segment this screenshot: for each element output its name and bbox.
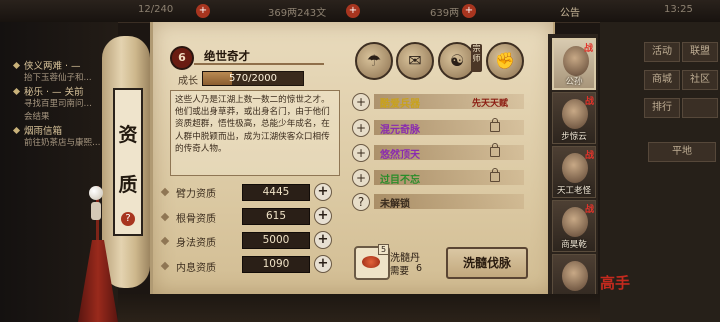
menu-button[interactable] bbox=[682, 98, 718, 118]
attr-strength-label: 臂力资质 bbox=[176, 189, 216, 200]
talent-level-badge: 6 bbox=[170, 46, 194, 70]
battle-tag: 战 bbox=[583, 44, 593, 54]
help-icon[interactable]: ? bbox=[121, 212, 135, 226]
character-name: 天工老怪 bbox=[556, 186, 591, 196]
battle-tag: 战 bbox=[584, 151, 594, 161]
divider bbox=[194, 63, 324, 65]
plus-icon: + bbox=[352, 93, 370, 111]
tab-char: 资 bbox=[118, 124, 138, 146]
add-currency-button[interactable]: + bbox=[346, 4, 360, 18]
community-button[interactable]: 社区 bbox=[682, 70, 718, 90]
pill-need-value: 6 bbox=[416, 263, 423, 274]
quest-title[interactable]: 侠义两难 · — bbox=[24, 58, 81, 72]
question-icon: ? bbox=[352, 193, 370, 211]
character-name: 步惊云 bbox=[561, 132, 587, 142]
tassel-bead-icon bbox=[91, 202, 101, 220]
announcement-link[interactable]: 公告 bbox=[560, 4, 580, 19]
qualities-tab[interactable]: 资 质 ? bbox=[113, 88, 143, 236]
add-energy-button[interactable]: + bbox=[196, 4, 210, 18]
plus-icon: + bbox=[352, 169, 370, 187]
add-constitution-button[interactable]: + bbox=[314, 207, 332, 225]
add-silver-button[interactable]: + bbox=[462, 4, 476, 18]
clock-time: 13:25 bbox=[664, 4, 693, 15]
energy-value: 12/240 bbox=[138, 4, 174, 15]
talent-description-box: 这些人乃是江湖上数一数二的惊世之才。他们或出身草莽，或出身名门，由于他们资质超群… bbox=[170, 90, 340, 176]
attr-agility-label: 身法资质 bbox=[176, 238, 216, 249]
talent-description: 这些人乃是江湖上数一数二的惊世之才。他们或出身草莽，或出身名门，由于他们资质超群… bbox=[175, 95, 330, 154]
growth-progress-bar: 570/2000 bbox=[202, 71, 304, 86]
skill-scroll-icon[interactable]: ✉ bbox=[396, 42, 434, 80]
talent-row-name: 过目不忘 bbox=[380, 175, 420, 186]
talent-row[interactable]: + 过目不忘 bbox=[352, 168, 526, 187]
growth-progress-text: 570/2000 bbox=[229, 73, 277, 84]
innate-talent-tag: 先天天赋 bbox=[472, 99, 509, 109]
unlock-icon bbox=[490, 168, 500, 182]
talent-row-name: 酷爱兵器 bbox=[380, 99, 420, 110]
quest-subtitle: 寻找百里司南问… bbox=[24, 99, 93, 109]
pill-name: 洗髓丹 bbox=[390, 253, 420, 264]
character-card[interactable]: 战 商昊乾 bbox=[552, 200, 596, 252]
top-status-bar: 12/240 + 369两243文 + 639两 + 公告 13:25 bbox=[0, 0, 720, 23]
plus-icon: + bbox=[352, 119, 370, 137]
quest-title[interactable]: 秘乐 · — 关前 bbox=[24, 84, 84, 98]
tassel-bead-icon bbox=[89, 186, 103, 200]
skill-hat-figure-icon[interactable]: ☂ bbox=[355, 42, 393, 80]
character-card[interactable]: 战 天工老怪 bbox=[552, 146, 596, 198]
quest-bullet-icon bbox=[12, 87, 21, 96]
plus-icon: + bbox=[352, 144, 370, 162]
seal-logo: 高手 bbox=[600, 274, 631, 292]
character-card[interactable]: 战 公孙 bbox=[552, 38, 596, 90]
talent-row[interactable]: + 酷爱兵器 先天天赋 bbox=[352, 93, 526, 111]
talent-row-name: 悠然顶天 bbox=[380, 150, 420, 161]
shop-button[interactable]: 商城 bbox=[644, 70, 680, 90]
talent-row-name: 混元奇脉 bbox=[380, 125, 420, 136]
avatar bbox=[562, 261, 588, 291]
talent-row-name: 未解锁 bbox=[380, 199, 410, 210]
pill-count: 5 bbox=[378, 244, 390, 255]
skill-strongman-icon[interactable]: ✊ bbox=[486, 42, 524, 80]
battle-tag: 战 bbox=[584, 205, 594, 215]
attr-constitution-label: 根骨资质 bbox=[176, 214, 216, 225]
attr-agility-value: 5000 bbox=[242, 232, 310, 249]
quest-subtitle: 前往奶茶店与康熙… bbox=[24, 138, 101, 148]
quest-subtitle: 抬下玉蓉仙子和... bbox=[24, 73, 92, 83]
attr-strength-value: 4445 bbox=[242, 184, 310, 201]
currency-copper: 369两243文 bbox=[268, 8, 327, 19]
quest-bullet-icon bbox=[12, 126, 21, 135]
character-card[interactable]: 战 步惊云 bbox=[552, 92, 596, 144]
lock-icon bbox=[490, 143, 500, 157]
wash-marrow-button[interactable]: 洗髓伐脉 bbox=[446, 247, 528, 279]
quest-bullet-icon bbox=[12, 61, 21, 70]
quest-subtitle: 会结果 bbox=[24, 112, 50, 122]
ranking-button[interactable]: 排行 bbox=[644, 98, 680, 118]
add-strength-button[interactable]: + bbox=[314, 183, 332, 201]
talent-name: 绝世奇才 bbox=[204, 49, 250, 63]
battle-tag: 战 bbox=[584, 97, 594, 107]
attr-breath-label: 内息资质 bbox=[176, 263, 216, 274]
talent-row[interactable]: ? 未解锁 bbox=[352, 193, 526, 211]
talent-row[interactable]: + 悠然顶天 bbox=[352, 143, 526, 162]
alliance-button[interactable]: 联盟 bbox=[682, 42, 718, 62]
quest-title[interactable]: 烟雨信箱 bbox=[24, 123, 62, 137]
activity-button[interactable]: 活动 bbox=[644, 42, 680, 62]
lock-icon bbox=[490, 118, 500, 132]
master-tag: 宗师 bbox=[471, 44, 482, 72]
bottom-bar bbox=[118, 294, 600, 322]
add-agility-button[interactable]: + bbox=[314, 231, 332, 249]
location-label[interactable]: 平地 bbox=[648, 142, 716, 162]
attr-breath-value: 1090 bbox=[242, 256, 310, 273]
character-name: 商昊乾 bbox=[561, 240, 587, 250]
add-breath-button[interactable]: + bbox=[314, 255, 332, 273]
currency-silver: 639两 bbox=[430, 8, 460, 19]
tab-char: 质 bbox=[118, 174, 138, 196]
pill-need-label: 需要 bbox=[390, 266, 410, 277]
attr-constitution-value: 615 bbox=[242, 208, 310, 225]
growth-label: 成长 bbox=[178, 76, 198, 87]
character-name: 公孙 bbox=[565, 77, 583, 87]
talent-row[interactable]: + 混元奇脉 bbox=[352, 118, 526, 137]
pill-icon bbox=[362, 256, 380, 268]
